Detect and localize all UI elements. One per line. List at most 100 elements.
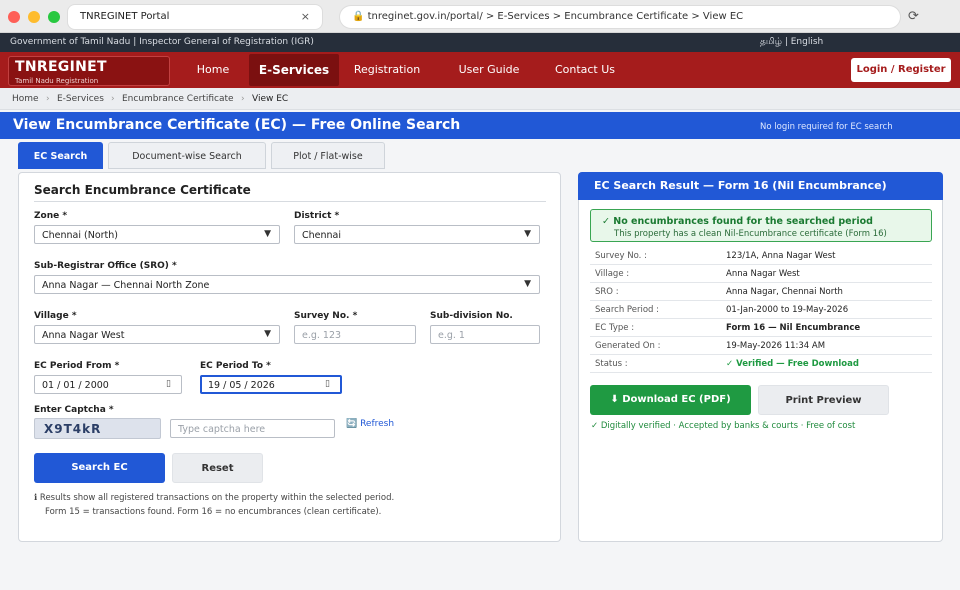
main-nav: TNREGINET Tamil Nadu Registration Home E…: [0, 52, 960, 88]
chevron-down-icon: ▼: [264, 229, 271, 239]
row-key: Survey No. :: [595, 251, 647, 261]
page-title: View Encumbrance Certificate (EC) — Free…: [13, 117, 461, 133]
breadcrumb: Home › E-Services › Encumbrance Certific…: [0, 88, 960, 110]
period-to-input[interactable]: 19 / 05 / 2026 ▯: [200, 375, 342, 394]
status-main: ✓ No encumbrances found for the searched…: [602, 216, 873, 227]
village-select[interactable]: Anna Nagar West ▼: [34, 325, 280, 344]
subdivision-label: Sub-division No.: [430, 311, 513, 321]
captcha-input[interactable]: Type captcha here: [170, 419, 335, 438]
district-label: District *: [294, 211, 340, 221]
status-sub: This property has a clean Nil-Encumbranc…: [614, 229, 887, 239]
tab-close-icon[interactable]: ×: [301, 10, 310, 23]
captcha-refresh-link[interactable]: 🔄 Refresh: [346, 419, 394, 429]
result-footer: ✓ Digitally verified · Accepted by banks…: [591, 421, 856, 431]
breadcrumb-current: View EC: [252, 94, 289, 104]
row-key: Search Period :: [595, 305, 659, 315]
info-line-1: ℹ Results show all registered transactio…: [34, 493, 395, 503]
form-title: Search Encumbrance Certificate: [34, 183, 251, 197]
nav-home[interactable]: Home: [180, 54, 246, 86]
period-to-label: EC Period To *: [200, 361, 271, 371]
maximize-window-icon[interactable]: [48, 11, 60, 23]
reset-button[interactable]: Reset: [172, 453, 263, 483]
search-ec-button[interactable]: Search EC: [34, 453, 165, 483]
row-key: SRO :: [595, 287, 619, 297]
row-value: Form 16 — Nil Encumbrance: [726, 323, 861, 333]
village-value: Anna Nagar West: [42, 330, 125, 341]
sro-value: Anna Nagar — Chennai North Zone: [42, 280, 210, 291]
chevron-down-icon: ▼: [264, 329, 271, 339]
language-switch[interactable]: தமிழ் | English: [760, 37, 823, 48]
survey-placeholder: e.g. 123: [302, 330, 342, 341]
subdivision-input[interactable]: e.g. 1: [430, 325, 540, 344]
period-to-value: 19 / 05 / 2026: [208, 380, 275, 391]
download-ec-button[interactable]: ⬇ Download EC (PDF): [590, 385, 751, 415]
district-select[interactable]: Chennai ▼: [294, 225, 540, 244]
result-panel: EC Search Result — Form 16 (Nil Encumbra…: [578, 172, 943, 542]
login-register-button[interactable]: Login / Register: [851, 58, 951, 82]
result-row: Status : ✓ Verified — Free Download: [590, 355, 932, 373]
chevron-down-icon: ▼: [524, 279, 531, 289]
zone-select[interactable]: Chennai (North) ▼: [34, 225, 280, 244]
status-badge: ✓ No encumbrances found for the searched…: [590, 209, 932, 242]
result-row: Village : Anna Nagar West: [590, 265, 932, 283]
page-title-bar: View Encumbrance Certificate (EC) — Free…: [0, 112, 960, 139]
site-logo[interactable]: TNREGINET Tamil Nadu Registration: [8, 56, 170, 86]
result-title: EC Search Result — Form 16 (Nil Encumbra…: [594, 179, 887, 192]
village-label: Village *: [34, 311, 77, 321]
nav-e-services[interactable]: E-Services: [249, 54, 339, 86]
result-row: SRO : Anna Nagar, Chennai North: [590, 283, 932, 301]
zone-value: Chennai (North): [42, 230, 119, 241]
search-form-panel: Search Encumbrance Certificate Zone * Ch…: [18, 172, 561, 542]
breadcrumb-separator: ›: [111, 94, 115, 104]
brand-subtitle: Tamil Nadu Registration: [15, 77, 99, 85]
browser-chrome: TNREGINET Portal × 🔒 tnreginet.gov.in/po…: [0, 0, 960, 33]
divider: [34, 201, 546, 202]
result-header: EC Search Result — Form 16 (Nil Encumbra…: [578, 172, 943, 200]
reload-icon[interactable]: ⟳: [908, 9, 919, 24]
captcha-image: X9T4kR: [34, 418, 161, 439]
sro-select[interactable]: Anna Nagar — Chennai North Zone ▼: [34, 275, 540, 294]
tab-plot-flat[interactable]: Plot / Flat-wise: [271, 142, 385, 169]
calendar-icon[interactable]: ▯: [166, 379, 171, 389]
period-from-label: EC Period From *: [34, 361, 120, 371]
survey-label: Survey No. *: [294, 311, 358, 321]
browser-tab[interactable]: TNREGINET Portal ×: [68, 5, 322, 29]
survey-input[interactable]: e.g. 123: [294, 325, 416, 344]
gov-strip: Government of Tamil Nadu | Inspector Gen…: [0, 33, 960, 52]
minimize-window-icon[interactable]: [28, 11, 40, 23]
row-value: Anna Nagar, Chennai North: [726, 287, 843, 297]
calendar-icon[interactable]: ▯: [325, 379, 330, 389]
subdivision-placeholder: e.g. 1: [438, 330, 465, 341]
period-from-value: 01 / 01 / 2000: [42, 380, 109, 391]
breadcrumb-home[interactable]: Home: [12, 94, 39, 104]
captcha-code: X9T4kR: [44, 422, 102, 436]
captcha-placeholder: Type captcha here: [178, 424, 266, 435]
row-key: EC Type :: [595, 323, 635, 333]
breadcrumb-separator: ›: [241, 94, 245, 104]
nav-registration[interactable]: Registration: [342, 54, 432, 86]
captcha-label: Enter Captcha *: [34, 405, 114, 415]
breadcrumb-ec[interactable]: Encumbrance Certificate: [122, 94, 234, 104]
nav-user-guide[interactable]: User Guide: [446, 54, 532, 86]
row-value: 01-Jan-2000 to 19-May-2026: [726, 305, 849, 315]
row-key: Status :: [595, 359, 628, 369]
print-preview-button[interactable]: Print Preview: [758, 385, 889, 415]
breadcrumb-e-services[interactable]: E-Services: [57, 94, 104, 104]
period-from-input[interactable]: 01 / 01 / 2000 ▯: [34, 375, 182, 394]
sro-label: Sub-Registrar Office (SRO) *: [34, 261, 177, 271]
row-value: Anna Nagar West: [726, 269, 800, 279]
breadcrumb-separator: ›: [46, 94, 50, 104]
gov-strip-left: Government of Tamil Nadu | Inspector Gen…: [10, 37, 314, 47]
address-bar[interactable]: 🔒 tnreginet.gov.in/portal/ > E-Services …: [340, 6, 900, 28]
district-value: Chennai: [302, 230, 342, 241]
page-note: No login required for EC search: [760, 122, 893, 132]
tab-title: TNREGINET Portal: [80, 11, 170, 22]
result-row: Survey No. : 123/1A, Anna Nagar West: [590, 247, 932, 265]
row-value: 19-May-2026 11:34 AM: [726, 341, 826, 351]
close-window-icon[interactable]: [8, 11, 20, 23]
tab-ec-search[interactable]: EC Search: [18, 142, 103, 169]
nav-contact-us[interactable]: Contact Us: [544, 54, 626, 86]
address-text: 🔒 tnreginet.gov.in/portal/ > E-Services …: [352, 11, 744, 22]
tab-document-wise[interactable]: Document-wise Search: [108, 142, 266, 169]
info-line-2: Form 15 = transactions found. Form 16 = …: [45, 507, 382, 517]
